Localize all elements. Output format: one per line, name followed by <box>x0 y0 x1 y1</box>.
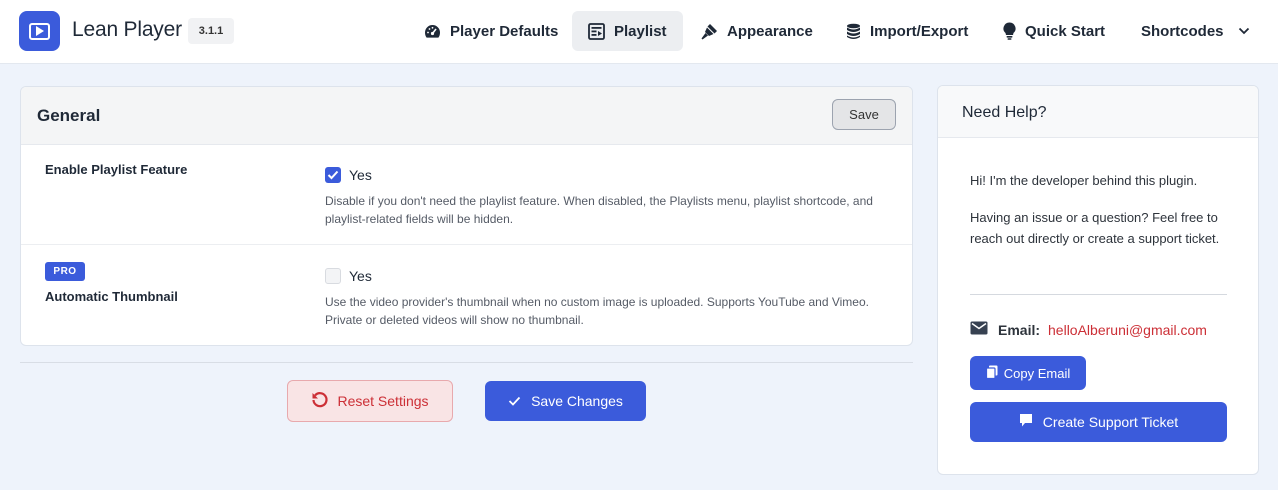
copy-email-button[interactable]: Copy Email <box>970 356 1086 390</box>
setting-description: Use the video provider's thumbnail when … <box>325 295 869 327</box>
copy-icon <box>985 365 998 382</box>
top-bar: Lean Player 3.1.1 Player Defaults Playli… <box>0 0 1278 64</box>
card-title: General <box>37 106 101 125</box>
brush-icon <box>700 23 718 40</box>
divider <box>20 362 913 363</box>
setting-description: Disable if you don't need the playlist f… <box>325 194 873 226</box>
nav-player-defaults[interactable]: Player Defaults <box>408 11 574 51</box>
database-icon <box>846 23 861 40</box>
general-settings-card: General Save Enable Playlist Feature Yes… <box>20 86 913 346</box>
check-icon <box>508 393 521 409</box>
nav-label: Player Defaults <box>450 22 559 40</box>
gauge-icon <box>424 24 441 39</box>
automatic-thumbnail-checkbox[interactable] <box>325 268 341 284</box>
nav-label: Shortcodes <box>1141 22 1224 40</box>
help-body: Having an issue or a question? Feel free… <box>970 210 1220 246</box>
app-logo <box>19 11 60 51</box>
chat-bubble-icon <box>1019 413 1033 431</box>
nav-label: Appearance <box>727 22 813 40</box>
nav-label: Playlist <box>614 22 667 40</box>
help-title: Need Help? <box>962 104 1047 121</box>
button-label: Create Support Ticket <box>1042 414 1179 430</box>
email-row: Email: helloAlberuni@gmail.com <box>970 321 1207 338</box>
setting-row-enable-playlist: Enable Playlist Feature Yes Disable if y… <box>21 145 912 245</box>
chevron-down-icon <box>1238 27 1250 35</box>
nav-playlist[interactable]: Playlist <box>572 11 683 51</box>
setting-label: Enable Playlist Feature <box>45 162 188 177</box>
setting-label: Automatic Thumbnail <box>45 289 178 304</box>
save-changes-button[interactable]: Save Changes <box>485 381 646 421</box>
reset-icon <box>311 391 329 412</box>
version-badge: 3.1.1 <box>188 18 234 44</box>
play-icon <box>29 22 50 40</box>
help-card: Need Help? Hi! I'm the developer behind … <box>937 85 1259 475</box>
card-header: General Save <box>21 87 912 145</box>
checkbox-label: Yes <box>349 167 372 183</box>
reset-settings-button[interactable]: Reset Settings <box>287 380 453 422</box>
nav-shortcodes[interactable]: Shortcodes <box>1125 11 1266 51</box>
nav-label: Quick Start <box>1025 22 1106 40</box>
email-link[interactable]: helloAlberuni@gmail.com <box>1048 322 1207 338</box>
app-title: Lean Player <box>72 18 182 41</box>
nav-import-export[interactable]: Import/Export <box>830 11 984 51</box>
lightbulb-icon <box>1003 22 1016 40</box>
nav-label: Import/Export <box>870 22 969 40</box>
button-label: Copy Email <box>1003 365 1071 381</box>
save-button[interactable]: Save <box>832 99 896 130</box>
envelope-icon <box>970 321 988 338</box>
nav-quick-start[interactable]: Quick Start <box>987 11 1121 51</box>
create-support-ticket-button[interactable]: Create Support Ticket <box>970 402 1227 442</box>
playlist-icon <box>588 22 605 40</box>
nav-appearance[interactable]: Appearance <box>684 11 829 51</box>
button-label: Save Changes <box>531 393 623 409</box>
pro-badge: PRO <box>45 262 85 281</box>
setting-row-automatic-thumbnail: PRO Automatic Thumbnail Yes Use the vide… <box>21 245 912 345</box>
button-label: Reset Settings <box>337 393 429 409</box>
help-divider <box>970 294 1227 295</box>
help-intro: Hi! I'm the developer behind this plugin… <box>970 173 1198 188</box>
email-label: Email: <box>998 321 1041 338</box>
checkbox-label: Yes <box>349 268 372 284</box>
enable-playlist-checkbox[interactable] <box>325 167 341 183</box>
